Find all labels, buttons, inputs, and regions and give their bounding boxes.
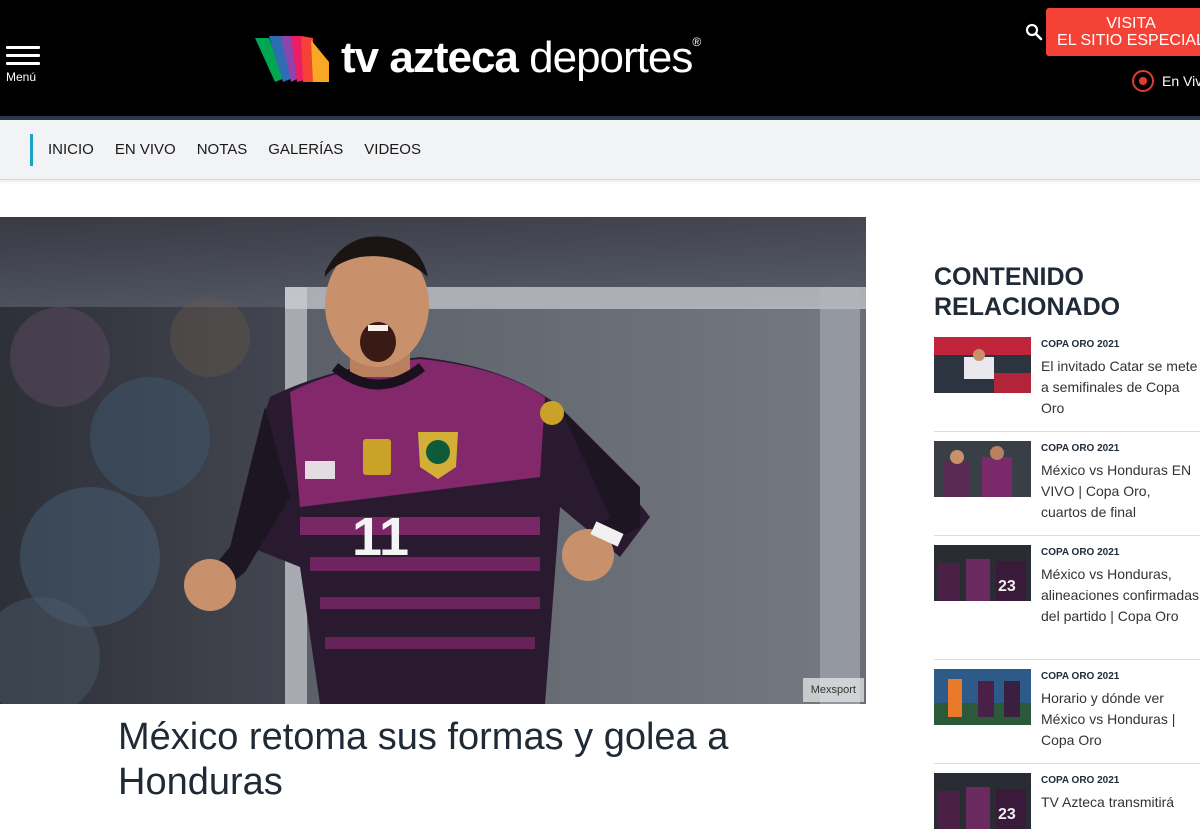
menu-label: Menú xyxy=(6,70,37,84)
related-divider xyxy=(934,535,1200,536)
site-logo[interactable]: tv azteca deportes® xyxy=(255,28,701,88)
tv-azteca-logo-icon xyxy=(255,36,329,82)
article-title: México retoma sus formas y golea a Hondu… xyxy=(118,716,729,803)
related-content-title: CONTENIDO RELACIONADO xyxy=(934,263,1121,321)
hamburger-icon-bar xyxy=(6,54,40,57)
related-divider xyxy=(934,659,1200,660)
search-icon[interactable] xyxy=(1025,23,1043,41)
svg-text:23: 23 xyxy=(998,806,1016,823)
nav-item-galerias[interactable]: GALERÍAS xyxy=(268,141,343,158)
related-thumbnail xyxy=(934,441,1031,497)
visit-button-line1: VISITA xyxy=(1106,15,1156,32)
related-headline[interactable]: El invitado Catar se mete a semifinales … xyxy=(1041,356,1200,419)
related-item[interactable]: COPA ORO 2021 Horario y dónde ver México… xyxy=(934,669,1200,751)
live-link[interactable]: En Vivo xyxy=(1132,70,1200,92)
logo-text: tv azteca deportes® xyxy=(341,33,701,82)
nav-items: INICIO EN VIVO NOTAS GALERÍAS VIDEOS xyxy=(48,141,442,158)
related-category: COPA ORO 2021 xyxy=(1041,775,1120,786)
visit-button-line2: EL SITIO ESPECIAL xyxy=(1057,32,1200,49)
hero-image[interactable]: 11 Mexsport xyxy=(0,217,866,704)
live-record-icon xyxy=(1132,70,1154,92)
site-header: Menú tv azteca deportes® VISITA EL SITIO… xyxy=(0,0,1200,118)
nav-item-videos[interactable]: VIDEOS xyxy=(364,141,421,158)
nav-item-en-vivo[interactable]: EN VIVO xyxy=(115,141,176,158)
hamburger-icon-bar xyxy=(6,62,40,65)
related-item[interactable]: COPA ORO 2021 El invitado Catar se mete … xyxy=(934,337,1200,419)
related-thumbnail: 23 xyxy=(934,773,1031,829)
player-celebration-illustration: 11 xyxy=(0,217,866,704)
related-thumbnail xyxy=(934,669,1031,725)
photo-credit: Mexsport xyxy=(802,678,864,702)
nav-item-notas[interactable]: NOTAS xyxy=(197,141,248,158)
related-headline[interactable]: Horario y dónde ver México vs Honduras |… xyxy=(1041,688,1200,751)
related-category: COPA ORO 2021 xyxy=(1041,671,1120,682)
related-category: COPA ORO 2021 xyxy=(1041,547,1120,558)
related-item[interactable]: 23 COPA ORO 2021 México vs Honduras, ali… xyxy=(934,545,1200,627)
related-item[interactable]: 23 COPA ORO 2021 TV Azteca transmitirá xyxy=(934,773,1200,829)
related-category: COPA ORO 2021 xyxy=(1041,443,1120,454)
nav-item-inicio[interactable]: INICIO xyxy=(48,141,94,158)
registered-mark: ® xyxy=(692,35,701,49)
hamburger-icon xyxy=(6,46,40,49)
svg-text:23: 23 xyxy=(998,578,1016,595)
related-item[interactable]: COPA ORO 2021 México vs Honduras EN VIVO… xyxy=(934,441,1200,523)
jersey-number: 11 xyxy=(352,507,409,567)
logo-bold-text: tv azteca xyxy=(341,33,519,82)
related-category: COPA ORO 2021 xyxy=(1041,339,1120,350)
related-divider xyxy=(934,431,1200,432)
menu-button[interactable]: Menú xyxy=(6,46,46,86)
nav-accent-bar xyxy=(30,134,33,166)
related-headline[interactable]: México vs Honduras, alineaciones confirm… xyxy=(1041,564,1200,627)
section-nav: INICIO EN VIVO NOTAS GALERÍAS VIDEOS xyxy=(0,120,1200,180)
visit-special-site-button[interactable]: VISITA EL SITIO ESPECIAL xyxy=(1046,8,1200,56)
related-thumbnail xyxy=(934,337,1031,393)
related-thumbnail: 23 xyxy=(934,545,1031,601)
logo-light-text: deportes xyxy=(529,33,693,82)
live-label: En Vivo xyxy=(1162,73,1200,89)
related-headline[interactable]: TV Azteca transmitirá xyxy=(1041,792,1200,813)
related-headline[interactable]: México vs Honduras EN VIVO | Copa Oro, c… xyxy=(1041,460,1200,523)
related-divider xyxy=(934,763,1200,764)
